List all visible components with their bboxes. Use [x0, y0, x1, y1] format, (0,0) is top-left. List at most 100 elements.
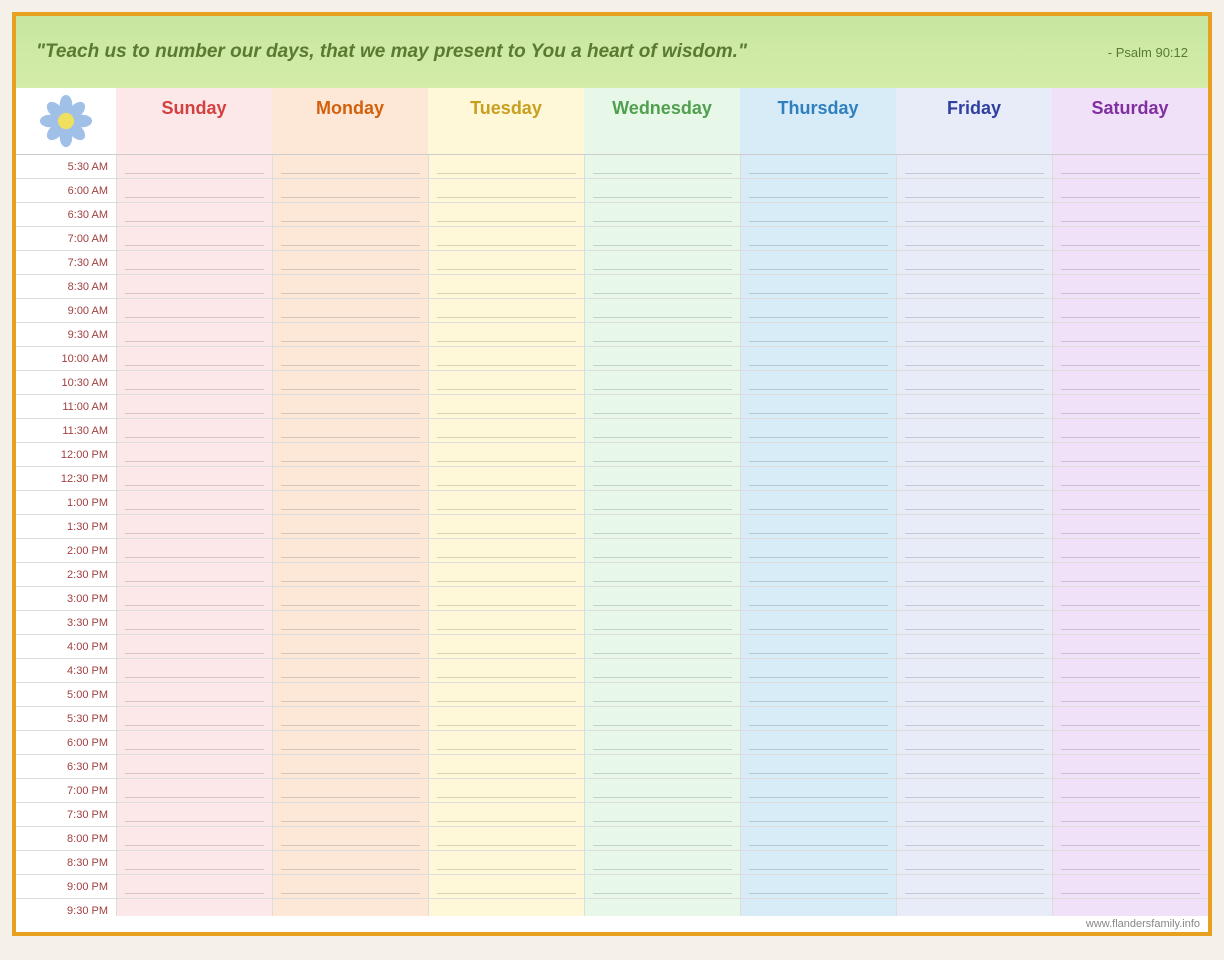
- day-cell-saturday[interactable]: [1052, 491, 1208, 514]
- day-cell-friday[interactable]: [896, 587, 1052, 610]
- day-cell-saturday[interactable]: [1052, 683, 1208, 706]
- day-cell-friday[interactable]: [896, 323, 1052, 346]
- day-cell-friday[interactable]: [896, 155, 1052, 178]
- day-cell-friday[interactable]: [896, 827, 1052, 850]
- day-cell-tuesday[interactable]: [428, 395, 584, 418]
- day-cell-friday[interactable]: [896, 659, 1052, 682]
- day-cell-saturday[interactable]: [1052, 875, 1208, 898]
- day-cell-tuesday[interactable]: [428, 299, 584, 322]
- day-cell-monday[interactable]: [272, 635, 428, 658]
- day-cell-sunday[interactable]: [116, 563, 272, 586]
- day-cell-wednesday[interactable]: [584, 419, 740, 442]
- day-cell-monday[interactable]: [272, 875, 428, 898]
- day-cell-wednesday[interactable]: [584, 707, 740, 730]
- day-cell-friday[interactable]: [896, 491, 1052, 514]
- day-cell-friday[interactable]: [896, 851, 1052, 874]
- day-cell-sunday[interactable]: [116, 323, 272, 346]
- day-cell-tuesday[interactable]: [428, 827, 584, 850]
- day-cell-saturday[interactable]: [1052, 515, 1208, 538]
- day-cell-sunday[interactable]: [116, 779, 272, 802]
- day-cell-monday[interactable]: [272, 515, 428, 538]
- day-cell-thursday[interactable]: [740, 683, 896, 706]
- day-cell-monday[interactable]: [272, 851, 428, 874]
- day-cell-monday[interactable]: [272, 707, 428, 730]
- day-cell-saturday[interactable]: [1052, 443, 1208, 466]
- day-cell-thursday[interactable]: [740, 563, 896, 586]
- day-cell-sunday[interactable]: [116, 539, 272, 562]
- day-cell-saturday[interactable]: [1052, 347, 1208, 370]
- day-cell-wednesday[interactable]: [584, 179, 740, 202]
- day-cell-sunday[interactable]: [116, 755, 272, 778]
- day-cell-friday[interactable]: [896, 707, 1052, 730]
- day-cell-friday[interactable]: [896, 419, 1052, 442]
- day-cell-saturday[interactable]: [1052, 203, 1208, 226]
- day-cell-monday[interactable]: [272, 755, 428, 778]
- day-cell-saturday[interactable]: [1052, 539, 1208, 562]
- day-cell-sunday[interactable]: [116, 203, 272, 226]
- day-cell-tuesday[interactable]: [428, 203, 584, 226]
- day-cell-friday[interactable]: [896, 779, 1052, 802]
- day-cell-wednesday[interactable]: [584, 371, 740, 394]
- day-cell-monday[interactable]: [272, 179, 428, 202]
- day-cell-friday[interactable]: [896, 515, 1052, 538]
- day-cell-friday[interactable]: [896, 467, 1052, 490]
- day-cell-friday[interactable]: [896, 899, 1052, 916]
- day-cell-saturday[interactable]: [1052, 803, 1208, 826]
- day-cell-thursday[interactable]: [740, 899, 896, 916]
- day-cell-wednesday[interactable]: [584, 251, 740, 274]
- day-cell-wednesday[interactable]: [584, 779, 740, 802]
- day-cell-thursday[interactable]: [740, 443, 896, 466]
- day-cell-tuesday[interactable]: [428, 515, 584, 538]
- day-cell-tuesday[interactable]: [428, 419, 584, 442]
- day-cell-friday[interactable]: [896, 371, 1052, 394]
- day-cell-thursday[interactable]: [740, 395, 896, 418]
- day-cell-sunday[interactable]: [116, 395, 272, 418]
- day-cell-thursday[interactable]: [740, 491, 896, 514]
- day-cell-wednesday[interactable]: [584, 755, 740, 778]
- day-cell-tuesday[interactable]: [428, 179, 584, 202]
- day-cell-sunday[interactable]: [116, 467, 272, 490]
- day-cell-sunday[interactable]: [116, 851, 272, 874]
- day-cell-friday[interactable]: [896, 299, 1052, 322]
- day-cell-saturday[interactable]: [1052, 275, 1208, 298]
- day-cell-monday[interactable]: [272, 539, 428, 562]
- day-cell-monday[interactable]: [272, 443, 428, 466]
- day-cell-thursday[interactable]: [740, 611, 896, 634]
- day-cell-monday[interactable]: [272, 323, 428, 346]
- day-cell-tuesday[interactable]: [428, 347, 584, 370]
- day-cell-sunday[interactable]: [116, 443, 272, 466]
- day-cell-monday[interactable]: [272, 827, 428, 850]
- day-cell-sunday[interactable]: [116, 875, 272, 898]
- day-cell-tuesday[interactable]: [428, 803, 584, 826]
- day-cell-sunday[interactable]: [116, 611, 272, 634]
- day-cell-tuesday[interactable]: [428, 875, 584, 898]
- day-cell-friday[interactable]: [896, 347, 1052, 370]
- day-cell-monday[interactable]: [272, 299, 428, 322]
- day-cell-tuesday[interactable]: [428, 635, 584, 658]
- day-cell-monday[interactable]: [272, 779, 428, 802]
- day-cell-tuesday[interactable]: [428, 899, 584, 916]
- day-cell-wednesday[interactable]: [584, 155, 740, 178]
- day-cell-monday[interactable]: [272, 419, 428, 442]
- day-cell-wednesday[interactable]: [584, 875, 740, 898]
- day-cell-wednesday[interactable]: [584, 659, 740, 682]
- day-cell-monday[interactable]: [272, 731, 428, 754]
- day-cell-sunday[interactable]: [116, 659, 272, 682]
- day-cell-thursday[interactable]: [740, 755, 896, 778]
- day-cell-saturday[interactable]: [1052, 179, 1208, 202]
- day-cell-wednesday[interactable]: [584, 731, 740, 754]
- day-cell-tuesday[interactable]: [428, 443, 584, 466]
- day-cell-monday[interactable]: [272, 563, 428, 586]
- day-cell-monday[interactable]: [272, 251, 428, 274]
- day-cell-wednesday[interactable]: [584, 683, 740, 706]
- day-cell-thursday[interactable]: [740, 251, 896, 274]
- day-cell-wednesday[interactable]: [584, 395, 740, 418]
- day-cell-sunday[interactable]: [116, 251, 272, 274]
- day-cell-tuesday[interactable]: [428, 779, 584, 802]
- day-cell-saturday[interactable]: [1052, 611, 1208, 634]
- day-cell-tuesday[interactable]: [428, 323, 584, 346]
- day-cell-tuesday[interactable]: [428, 539, 584, 562]
- day-cell-monday[interactable]: [272, 683, 428, 706]
- day-cell-monday[interactable]: [272, 899, 428, 916]
- day-cell-wednesday[interactable]: [584, 467, 740, 490]
